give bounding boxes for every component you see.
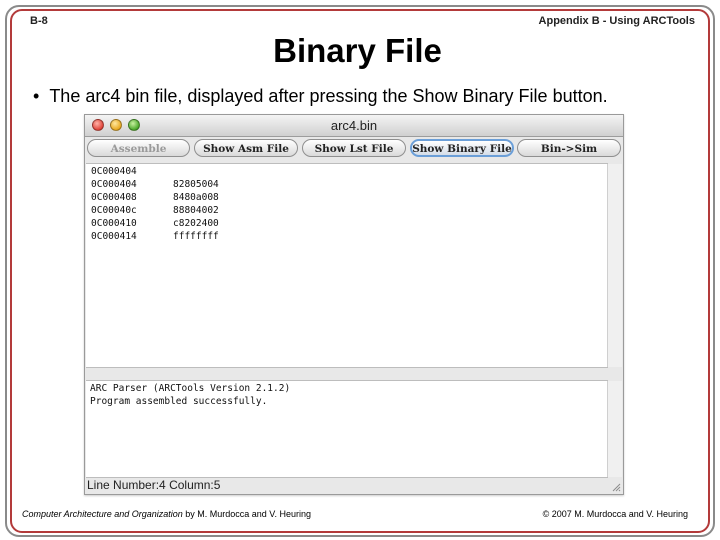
bullet-point: • The arc4 bin file, displayed after pres… (33, 86, 608, 107)
bullet-dot: • (33, 86, 40, 106)
footer-copyright: © 2007 M. Murdocca and V. Heuring (542, 509, 688, 519)
show-lst-file-button[interactable]: Show Lst File (302, 139, 406, 157)
status-bar: Line Number:4 Column:5 (87, 478, 220, 492)
binary-address: 0C000414 (91, 231, 137, 242)
slide-title: Binary File (273, 32, 442, 69)
binary-word: c8202400 (173, 218, 219, 229)
arctools-window: arc4.bin Assemble Show Asm File Show Lst… (84, 114, 624, 495)
toolbar: Assemble Show Asm File Show Lst File Sho… (85, 139, 623, 161)
appendix-header: Appendix B - Using ARCTools (538, 15, 695, 27)
binary-pane-scrollbar[interactable] (607, 164, 622, 367)
binary-address: 0C000410 (91, 218, 137, 229)
bin-to-sim-button[interactable]: Bin->Sim (517, 139, 621, 157)
binary-file-text-area[interactable]: 0C000404 0C000404 82805004 0C000408 8480a0… (86, 163, 622, 368)
slide-number: B-8 (30, 15, 48, 27)
binary-word: ffffffff (173, 231, 219, 242)
console-line: ARC Parser (ARCTools Version 2.1.2) (90, 383, 291, 394)
line-number-label: Line Number: (87, 478, 160, 492)
bullet-text: The arc4 bin file, displayed after press… (49, 86, 608, 106)
column-value: 5 (213, 478, 221, 492)
message-console[interactable]: ARC Parser (ARCTools Version 2.1.2) Prog… (86, 380, 622, 478)
assemble-button[interactable]: Assemble (87, 139, 190, 157)
column-label: Column: (169, 478, 214, 492)
binary-address: 0C000404 (91, 166, 137, 177)
footer-citation: Computer Architecture and Organization b… (22, 509, 311, 519)
binary-address: 0C000408 (91, 192, 137, 203)
binary-word: 88804002 (173, 205, 219, 216)
line-number-value: 4 (159, 478, 166, 492)
binary-word: 82805004 (173, 179, 219, 190)
binary-address: 0C00040c (91, 205, 137, 216)
show-binary-file-button[interactable]: Show Binary File (410, 139, 514, 157)
window-titlebar[interactable]: arc4.bin (85, 115, 623, 137)
console-scrollbar[interactable] (607, 381, 622, 477)
binary-word: 8480a008 (173, 192, 219, 203)
footer-book-title: Computer Architecture and Organization (22, 509, 183, 519)
footer-authors: by M. Murdocca and V. Heuring (182, 509, 311, 519)
resize-grip-icon[interactable] (611, 482, 621, 492)
binary-address: 0C000404 (91, 179, 137, 190)
console-line: Program assembled successfully. (90, 396, 268, 407)
show-asm-file-button[interactable]: Show Asm File (194, 139, 298, 157)
window-title: arc4.bin (330, 118, 378, 133)
